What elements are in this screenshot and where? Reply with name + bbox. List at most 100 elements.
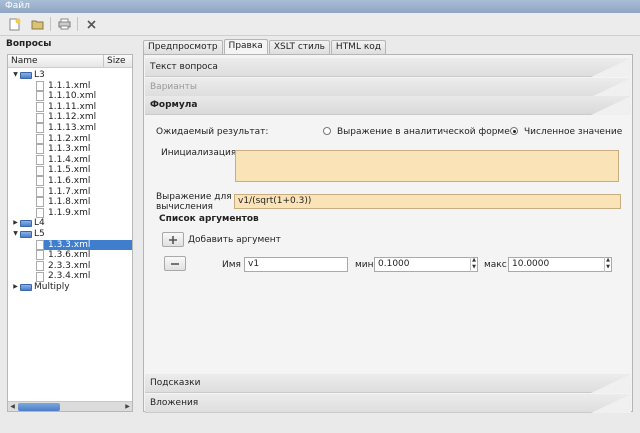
section-variants[interactable]: Варианты bbox=[145, 78, 631, 97]
tree-file[interactable]: 1.3.6.xml bbox=[36, 250, 90, 261]
tree-item-label: 1.1.5.xml bbox=[48, 165, 91, 176]
tree-item-label: 1.3.6.xml bbox=[48, 250, 91, 261]
tree-item-label: 1.1.9.xml bbox=[48, 207, 91, 218]
arg-min-label: мин bbox=[355, 260, 374, 270]
tree-item-label: 1.1.12.xml bbox=[48, 112, 97, 123]
tree-file[interactable]: 1.1.1.xml bbox=[36, 81, 90, 92]
radio-numeric-label[interactable]: Численное значение bbox=[524, 127, 622, 137]
new-file-icon[interactable] bbox=[6, 15, 24, 33]
open-folder-icon[interactable] bbox=[28, 15, 46, 33]
menu-file[interactable]: Файл bbox=[5, 1, 30, 11]
arg-name-label: Имя bbox=[222, 260, 241, 270]
file-icon bbox=[36, 112, 44, 123]
add-argument-button[interactable] bbox=[162, 232, 184, 247]
tree-body: ▼ L3 1.1.1.xml 1.1.10.xml 1.1.11.xml 1.1.12.x… bbox=[8, 68, 132, 398]
tree-file[interactable]: 1.1.9.xml bbox=[36, 208, 90, 219]
scroll-left-icon[interactable]: ◀ bbox=[8, 402, 17, 411]
expand-arrow-down-icon[interactable]: ▼ bbox=[11, 70, 20, 81]
file-icon bbox=[36, 250, 44, 261]
file-icon bbox=[36, 144, 44, 155]
tree-item-label: L5 bbox=[34, 229, 45, 239]
file-icon bbox=[36, 197, 44, 208]
section-corner bbox=[591, 96, 631, 115]
arg-min-input[interactable]: 0.1000 ▲ ▼ bbox=[374, 257, 478, 272]
tab-preview[interactable]: Предпросмотр bbox=[143, 40, 223, 54]
delete-icon[interactable] bbox=[82, 15, 100, 33]
section-hints-label: Подсказки bbox=[150, 378, 201, 388]
file-icon bbox=[36, 271, 44, 282]
tree-file[interactable]: 1.1.6.xml bbox=[36, 176, 90, 187]
file-icon bbox=[36, 133, 44, 144]
expression-input[interactable]: v1/(sqrt(1+0.3)) bbox=[234, 194, 621, 209]
tree-file[interactable]: 1.3.3.xml bbox=[36, 239, 132, 251]
tree-horizontal-scrollbar[interactable]: ◀ ▶ bbox=[8, 401, 132, 411]
tree-item-label: 1.1.7.xml bbox=[48, 186, 91, 197]
editor-tabs: Предпросмотр Правка XSLT стиль HTML код bbox=[143, 39, 387, 54]
radio-numeric[interactable] bbox=[510, 127, 518, 135]
tree-item-label: 1.1.6.xml bbox=[48, 176, 91, 186]
tree-file[interactable]: 1.1.11.xml bbox=[36, 102, 96, 113]
section-attachments[interactable]: Вложения bbox=[145, 394, 631, 413]
scroll-right-icon[interactable]: ▶ bbox=[123, 402, 132, 411]
tree-folder[interactable]: ▼ L5 bbox=[11, 229, 45, 240]
tree-file[interactable]: 2.3.4.xml bbox=[36, 271, 90, 282]
tree-file[interactable]: 1.1.3.xml bbox=[36, 144, 90, 155]
tab-xslt-style[interactable]: XSLT стиль bbox=[268, 40, 330, 54]
toolbar-separator bbox=[77, 17, 78, 31]
folder-icon bbox=[20, 71, 32, 79]
section-hints[interactable]: Подсказки bbox=[145, 374, 631, 393]
tree-file[interactable]: 1.1.5.xml bbox=[36, 165, 90, 176]
file-icon bbox=[36, 176, 44, 187]
add-argument-label[interactable]: Добавить аргумент bbox=[188, 235, 281, 245]
folder-icon bbox=[20, 220, 32, 228]
expand-arrow-right-icon[interactable]: ▶ bbox=[11, 218, 20, 229]
expand-arrow-down-icon[interactable]: ▼ bbox=[11, 229, 20, 240]
file-icon bbox=[36, 155, 44, 166]
tree-item-label: 2.3.4.xml bbox=[48, 271, 91, 282]
section-question-text[interactable]: Текст вопроса bbox=[145, 58, 631, 77]
arg-max-input[interactable]: 10.0000 ▲ ▼ bbox=[508, 257, 612, 272]
tree-file[interactable]: 1.1.12.xml bbox=[36, 112, 96, 123]
tree-file[interactable]: 1.1.7.xml bbox=[36, 187, 90, 198]
arg-min-spinner[interactable]: ▲ ▼ bbox=[470, 257, 477, 272]
radio-analytic[interactable] bbox=[323, 127, 331, 135]
questions-tree[interactable]: Name Size ▼ L3 1.1.1.xml 1.1.10.xml 1.1.11.x… bbox=[7, 54, 133, 412]
remove-argument-button[interactable] bbox=[164, 256, 186, 271]
folder-icon bbox=[20, 230, 32, 238]
toolbar bbox=[0, 13, 640, 36]
file-icon bbox=[36, 261, 44, 272]
tree-file[interactable]: 2.3.3.xml bbox=[36, 261, 90, 272]
tab-html-code[interactable]: HTML код bbox=[330, 40, 386, 54]
expand-arrow-right-icon[interactable]: ▶ bbox=[11, 282, 20, 293]
tree-folder[interactable]: ▶ Multiply bbox=[11, 282, 69, 293]
tree-item-label: 1.1.1.xml bbox=[48, 80, 91, 91]
tree-folder[interactable]: ▼ L3 bbox=[11, 70, 45, 81]
section-question-text-label: Текст вопроса bbox=[150, 62, 218, 72]
arg-max-spinner[interactable]: ▲ ▼ bbox=[604, 257, 611, 272]
tree-folder[interactable]: ▶ L4 bbox=[11, 218, 45, 229]
tree-file[interactable]: 1.1.8.xml bbox=[36, 197, 90, 208]
questions-title: Вопросы bbox=[6, 39, 52, 49]
column-size[interactable]: Size bbox=[104, 55, 132, 67]
tree-file[interactable]: 1.1.4.xml bbox=[36, 155, 90, 166]
tree-file[interactable]: 1.1.10.xml bbox=[36, 91, 96, 102]
tree-item-label: 1.1.2.xml bbox=[48, 133, 91, 144]
arg-max-label: макс bbox=[484, 260, 507, 270]
init-textarea[interactable] bbox=[235, 150, 619, 182]
print-icon[interactable] bbox=[55, 15, 73, 33]
arg-name-input[interactable]: v1 bbox=[244, 257, 348, 272]
section-formula[interactable]: Формула bbox=[145, 96, 631, 115]
menu-bar: Файл bbox=[0, 0, 640, 13]
section-corner bbox=[591, 394, 631, 413]
scrollbar-thumb[interactable] bbox=[18, 403, 60, 411]
radio-analytic-label[interactable]: Выражение в аналитической форме bbox=[337, 127, 510, 137]
expr-label-line1: Выражение для bbox=[156, 192, 232, 202]
column-name[interactable]: Name bbox=[8, 55, 104, 67]
tab-edit[interactable]: Правка bbox=[223, 39, 268, 54]
tree-file[interactable]: 1.1.2.xml bbox=[36, 134, 90, 145]
file-icon bbox=[36, 102, 44, 113]
tree-item-label: L4 bbox=[34, 218, 45, 229]
tree-file[interactable]: 1.1.13.xml bbox=[36, 123, 96, 134]
expr-label: Выражение для вычисления bbox=[156, 192, 232, 212]
minus-icon bbox=[171, 262, 179, 265]
